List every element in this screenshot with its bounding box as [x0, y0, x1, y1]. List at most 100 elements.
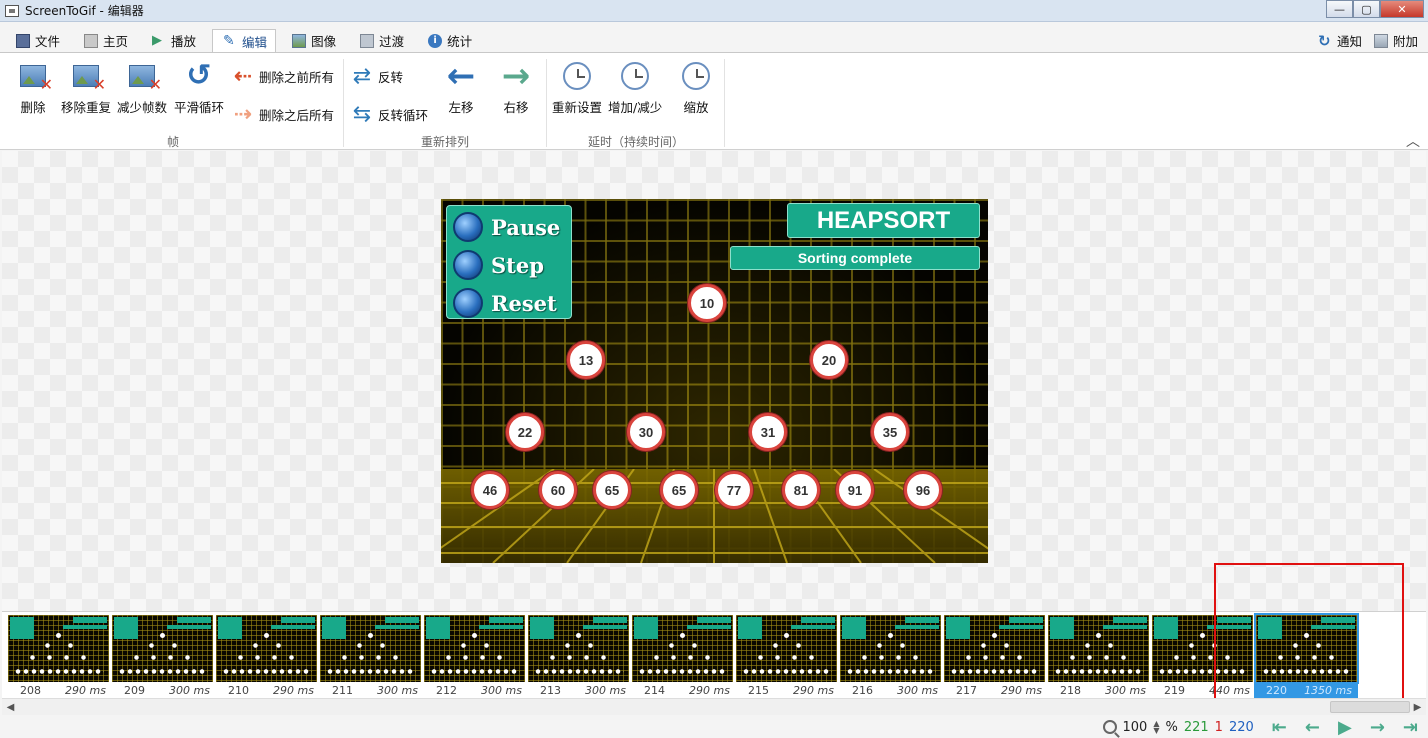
move-left-label: 左移: [448, 100, 474, 115]
window-controls: — ▢ ✕: [1326, 0, 1424, 18]
remove-duplicates-button[interactable]: 移除重复: [61, 61, 111, 116]
frame-thumbnail[interactable]: [216, 615, 317, 682]
reduce-frames-label: 减少帧数: [117, 100, 168, 115]
filmstrip-scrollbar[interactable]: ◀ ▶: [2, 698, 1426, 715]
frame-list: 208 290 ms 209 300 ms 210 290 ms 211 300 ms …: [2, 611, 1426, 699]
zoom-stepper[interactable]: ▲ ▼: [1153, 720, 1159, 735]
frame-label: 215 290 ms: [748, 684, 834, 697]
heap-node: 13: [567, 341, 605, 379]
selected-count: 1: [1214, 719, 1223, 735]
status-bar: 100 ▲ ▼ % 221 1 220 ⇤ ← ▶ → ⇥: [0, 716, 1428, 738]
frame-label: 213 300 ms: [540, 684, 626, 697]
home-icon: [84, 33, 99, 48]
scale-delay-button[interactable]: 缩放: [681, 61, 711, 116]
ribbon-tabs: 文件 主页 ▶ 播放 ✎ 编辑 图像 过渡 i 统计 ↻ 通知 附加: [0, 28, 1428, 53]
reverse-button[interactable]: ⇄ 反转: [349, 64, 403, 89]
frame-label: 211 300 ms: [332, 684, 418, 697]
minimize-button[interactable]: —: [1326, 0, 1353, 18]
step-control: Step: [453, 250, 544, 280]
pause-control: Pause: [453, 212, 560, 242]
window-title: ScreenToGif - 编辑器: [25, 4, 144, 18]
previous-frame-icon[interactable]: ←: [1305, 717, 1320, 738]
delete-previous-label: 删除之前所有: [259, 69, 335, 85]
heap-node: 77: [715, 471, 753, 509]
notify-label: 通知: [1336, 34, 1362, 49]
delay-group-label: 延时（持续时间）: [588, 135, 685, 149]
delete-label: 删除: [20, 100, 46, 115]
frame-thumbnail[interactable]: [736, 615, 837, 682]
frame-count: 221: [1183, 719, 1209, 735]
tab-label: 过渡: [379, 34, 405, 49]
maximize-button[interactable]: ▢: [1353, 0, 1380, 18]
yoyo-button[interactable]: ⇆ 反转循环: [349, 102, 428, 127]
move-right-button[interactable]: → 右移: [501, 59, 531, 116]
smooth-loop-button[interactable]: ↺ 平滑循环: [174, 61, 224, 116]
tab-home[interactable]: 主页: [68, 28, 136, 53]
frame-thumbnail[interactable]: [8, 615, 109, 682]
annotation-highlight-box: [1214, 563, 1404, 713]
scrollbar-thumb[interactable]: [1330, 701, 1410, 713]
clock-icon: [563, 62, 591, 90]
scale-label: 缩放: [683, 100, 709, 115]
info-icon: i: [428, 33, 443, 48]
scroll-left-icon[interactable]: ◀: [2, 699, 19, 715]
frame-thumbnail[interactable]: [424, 615, 525, 682]
frame-label: 210 290 ms: [228, 684, 314, 697]
frame-thumbnail[interactable]: [1048, 615, 1149, 682]
tab-playback[interactable]: ▶ 播放: [136, 28, 204, 53]
heap-node: 96: [904, 471, 942, 509]
frame-thumbnail[interactable]: [840, 615, 941, 682]
frame-label: 208 290 ms: [20, 684, 106, 697]
tabs-right: ↻ 通知 附加: [1310, 28, 1422, 53]
group-separator: [724, 59, 725, 147]
zoom-icon: [1102, 720, 1117, 734]
frame-thumbnail[interactable]: [944, 615, 1045, 682]
frame-thumbnail[interactable]: [632, 615, 733, 682]
heap-node: 81: [782, 471, 820, 509]
extras-label: 附加: [1392, 34, 1418, 49]
frame-thumbnail[interactable]: [112, 615, 213, 682]
extras-button[interactable]: 附加: [1366, 28, 1422, 53]
save-icon: [16, 33, 30, 48]
tab-image[interactable]: 图像: [276, 28, 344, 53]
image-icon: [292, 33, 307, 48]
increase-decrease-delay-button[interactable]: 增加/减少: [608, 61, 662, 116]
tab-transitions[interactable]: 过渡: [344, 28, 412, 53]
orb-icon: [453, 288, 483, 318]
orb-icon: [453, 212, 483, 242]
heap-node: 60: [539, 471, 577, 509]
pause-label: Pause: [491, 214, 561, 240]
frame-label: 212 300 ms: [436, 684, 522, 697]
collapse-ribbon-icon[interactable]: ︿: [1406, 131, 1420, 151]
delete-button[interactable]: 删除: [18, 61, 53, 116]
override-delay-button[interactable]: 重新设置: [552, 61, 602, 116]
play-icon[interactable]: ▶: [1338, 717, 1352, 738]
tab-edit[interactable]: ✎ 编辑: [212, 28, 277, 53]
frame-preview: Pause Step Reset HEAPSORT Sorting comple…: [441, 199, 988, 563]
reduce-frames-button[interactable]: 减少帧数: [117, 61, 167, 116]
last-frame-icon[interactable]: ⇥: [1403, 717, 1418, 738]
delete-frame-icon: [20, 65, 53, 94]
tab-label: 主页: [103, 34, 129, 49]
delete-next-button[interactable]: ⇢ 删除之后所有: [230, 101, 334, 127]
close-button[interactable]: ✕: [1380, 0, 1424, 18]
tab-file[interactable]: 文件: [0, 28, 68, 53]
tab-label: 图像: [311, 34, 337, 49]
heap-node: 20: [810, 341, 848, 379]
first-frame-icon[interactable]: ⇤: [1272, 717, 1287, 738]
smooth-loop-label: 平滑循环: [174, 100, 225, 115]
scroll-right-icon[interactable]: ▶: [1409, 699, 1426, 715]
tab-statistics[interactable]: i 统计: [412, 28, 480, 53]
arrow-right-icon: ⇢: [233, 101, 253, 127]
transition-icon: [360, 33, 375, 48]
zoom-value[interactable]: 100: [1123, 720, 1148, 735]
frame-thumbnail[interactable]: [320, 615, 421, 682]
frame-label: 218 300 ms: [1060, 684, 1146, 697]
delete-previous-button[interactable]: ⇠ 删除之前所有: [230, 64, 335, 89]
move-left-button[interactable]: ← 左移: [446, 59, 476, 116]
notifications-button[interactable]: ↻ 通知: [1310, 28, 1366, 53]
next-frame-icon[interactable]: →: [1370, 717, 1385, 738]
reset-label: Reset: [491, 290, 557, 316]
ribbon-edit: 删除 移除重复 减少帧数 ↺ 平滑循环 ⇠ 删除之前所有 ⇢ 删除之后所有 帧 …: [0, 52, 1428, 150]
frame-thumbnail[interactable]: [528, 615, 629, 682]
